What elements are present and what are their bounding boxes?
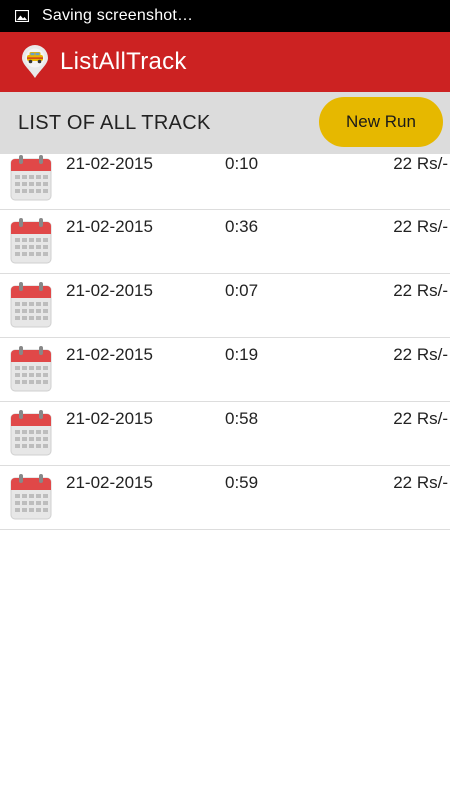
track-price: 22 Rs/-: [393, 345, 448, 364]
calendar-icon: [10, 410, 52, 456]
track-price: 22 Rs/-: [393, 409, 448, 428]
track-time: 0:59: [225, 473, 259, 492]
track-time: 0:19: [225, 345, 259, 364]
calendar-icon: [10, 346, 52, 392]
status-bar: Saving screenshot…: [0, 0, 450, 32]
list-title: LIST OF ALL TRACK: [18, 112, 211, 134]
image-icon: [15, 10, 29, 22]
calendar-icon: [10, 218, 52, 264]
track-row[interactable]: 21-02-2015 0:07 22 Rs/-: [0, 274, 450, 338]
track-time: 0:36: [225, 217, 259, 236]
track-price: 22 Rs/-: [393, 281, 448, 300]
track-date: 21-02-2015: [66, 345, 153, 364]
track-date: 21-02-2015: [66, 473, 153, 492]
track-row[interactable]: 21-02-2015 0:36 22 Rs/-: [0, 210, 450, 274]
app-title: ListAllTrack: [60, 48, 187, 75]
track-row[interactable]: 21-02-2015 0:59 22 Rs/-: [0, 466, 450, 530]
track-date: 21-02-2015: [66, 154, 153, 173]
track-row[interactable]: 21-02-2015 0:19 22 Rs/-: [0, 338, 450, 402]
track-date: 21-02-2015: [66, 217, 153, 236]
calendar-icon: [10, 155, 52, 201]
track-price: 22 Rs/-: [393, 154, 448, 173]
location-pin-car-icon: [22, 45, 48, 78]
track-row[interactable]: 21-02-2015 0:58 22 Rs/-: [0, 402, 450, 466]
track-row[interactable]: 21-02-2015 0:10 22 Rs/-: [0, 154, 450, 210]
list-header: LIST OF ALL TRACK New Run: [0, 92, 450, 154]
track-time: 0:07: [225, 281, 259, 300]
track-price: 22 Rs/-: [393, 217, 448, 236]
status-text: Saving screenshot…: [42, 7, 194, 24]
action-bar: ListAllTrack: [0, 32, 450, 92]
new-run-button[interactable]: New Run: [319, 97, 443, 147]
calendar-icon: [10, 282, 52, 328]
calendar-icon: [10, 474, 52, 520]
track-price: 22 Rs/-: [393, 473, 448, 492]
track-date: 21-02-2015: [66, 409, 153, 428]
track-list: 21-02-2015 0:10 22 Rs/- 21-02-2015 0:36 …: [0, 154, 450, 530]
track-time: 0:58: [225, 409, 259, 428]
track-time: 0:10: [225, 154, 259, 173]
track-date: 21-02-2015: [66, 281, 153, 300]
